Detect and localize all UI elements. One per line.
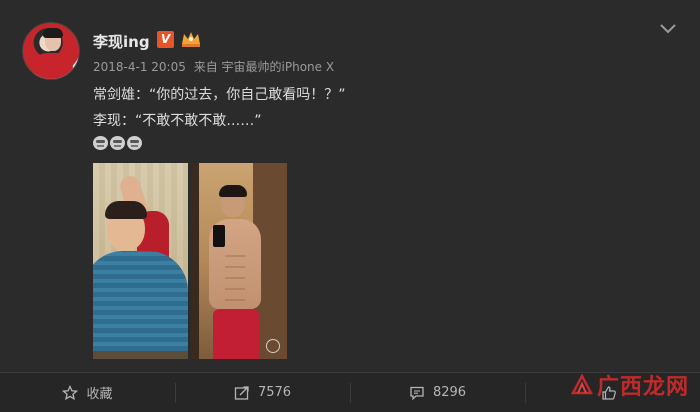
- comment-count: 8296: [432, 385, 467, 400]
- star-icon: [62, 384, 79, 400]
- comment-icon: [410, 386, 424, 400]
- image-shorts: [213, 309, 259, 359]
- emoji-icon: [93, 136, 108, 150]
- image-phone: [213, 225, 225, 247]
- emoji-icon: [127, 136, 142, 150]
- crown-icon: [182, 32, 200, 47]
- post-text-line-1: 常剑雄：“你的过去，你自己敢看吗！？”: [93, 87, 346, 103]
- emoji-row: [93, 136, 142, 150]
- image-mirror-edge: [191, 163, 199, 359]
- username[interactable]: 李现ing: [93, 31, 150, 52]
- post-image-mirror-selfie[interactable]: [191, 163, 287, 359]
- image-weibo-watermark-icon: [266, 339, 280, 353]
- image-abs: [225, 255, 245, 301]
- avatar[interactable]: [22, 22, 80, 80]
- image-sweater: [93, 251, 188, 351]
- avatar-shirt: [31, 53, 73, 79]
- favorite-button[interactable]: 收藏: [0, 373, 175, 412]
- watermark-text: 广西龙网: [597, 375, 690, 400]
- image-hair: [219, 185, 247, 197]
- post-image-childhood[interactable]: [93, 163, 188, 359]
- favorite-label: 收藏: [86, 387, 113, 402]
- comment-button[interactable]: 8296: [350, 373, 525, 412]
- repost-count: 7576: [257, 385, 292, 400]
- share-icon: [234, 385, 249, 400]
- post-meta: 2018-4-1 20:05 来自 宇宙最帅的iPhone X: [93, 58, 334, 75]
- chevron-down-icon[interactable]: [658, 22, 678, 36]
- watermark-logo-icon: [570, 373, 594, 395]
- post-source[interactable]: 来自 宇宙最帅的iPhone X: [194, 60, 334, 74]
- post-text-line-2: 李现：“不敢不敢不敢……”: [93, 113, 262, 129]
- verified-v-icon: V: [157, 31, 174, 48]
- emoji-icon: [110, 136, 125, 150]
- timestamp[interactable]: 2018-4-1 20:05: [93, 60, 186, 74]
- avatar-hair: [43, 28, 63, 38]
- image-kid-hair: [105, 201, 147, 219]
- repost-button[interactable]: 7576: [175, 373, 350, 412]
- weibo-post: 李现ing V 2018-4-1 20:05 来自 宇宙最帅的iPhone X …: [0, 0, 700, 372]
- site-watermark: 广西龙网: [570, 370, 689, 400]
